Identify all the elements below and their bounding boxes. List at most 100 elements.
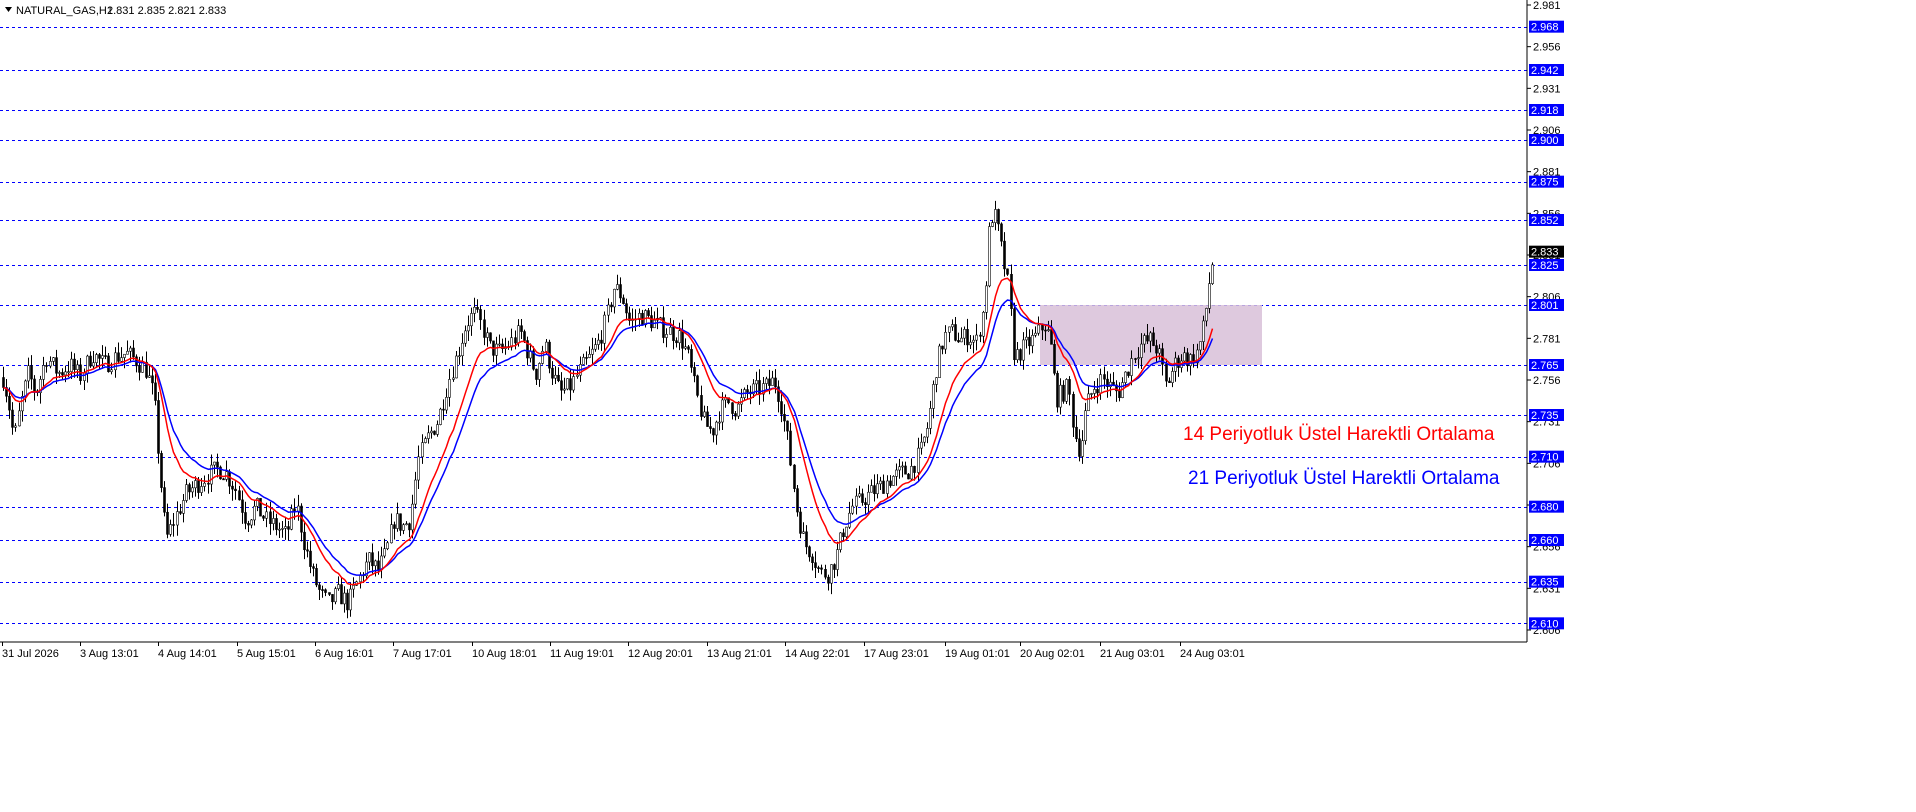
candle-body-262 [814, 562, 817, 568]
candle-body-18 [58, 372, 61, 374]
candle-body-152 [473, 306, 476, 314]
candle-body-60 [188, 484, 191, 493]
candle-body-37 [117, 352, 120, 362]
candle-body-17 [55, 357, 58, 374]
candle-body-126 [393, 524, 396, 529]
candle-body-373 [1158, 348, 1161, 354]
candle-body-355 [1103, 374, 1106, 380]
candle-body-141 [439, 408, 442, 425]
candle-body-74 [231, 485, 234, 490]
candle-body-101 [315, 568, 318, 586]
candle-body-24 [76, 364, 79, 370]
price-tick-label-9: 2.756 [1533, 375, 1561, 387]
candle-body-347 [1078, 438, 1081, 457]
candle-body-119 [371, 552, 374, 567]
candle-body-92 [287, 526, 290, 530]
level-label-2: 2.918 [1531, 105, 1559, 117]
candle-body-80 [250, 519, 253, 526]
candle-body-287 [892, 476, 895, 486]
candle-body-350 [1087, 393, 1090, 412]
candle-body-324 [1006, 268, 1009, 275]
candle-body-112 [349, 588, 352, 611]
candle-body-194 [603, 314, 606, 344]
candle-body-273 [848, 512, 851, 528]
candle-body-65 [203, 482, 206, 487]
candle-body-367 [1140, 343, 1143, 358]
price-tick-label-2: 2.931 [1533, 83, 1561, 95]
candle-body-196 [610, 304, 613, 308]
candle-body-63 [197, 480, 200, 493]
candle-body-201 [625, 303, 628, 314]
candle-body-225 [700, 395, 703, 417]
candle-body-246 [765, 378, 768, 384]
candle-body-317 [985, 285, 988, 313]
candle-body-172 [535, 368, 538, 380]
candle-body-271 [842, 532, 845, 538]
candle-body-181 [563, 388, 566, 391]
candle-body-30 [95, 354, 98, 363]
candle-body-15 [49, 361, 52, 367]
candle-body-256 [796, 488, 799, 513]
candle-body-59 [185, 484, 188, 501]
candle-body-354 [1099, 374, 1102, 394]
candle-body-47 [148, 375, 151, 378]
candle-body-322 [1000, 223, 1003, 242]
candle-body-21 [67, 371, 70, 373]
candle-body-307 [954, 324, 957, 341]
candle-body-155 [483, 319, 486, 338]
candle-body-56 [176, 511, 179, 526]
candle-body-38 [120, 357, 123, 362]
candle-body-140 [436, 424, 439, 435]
candle-body-4 [14, 425, 17, 428]
candle-body-221 [687, 346, 690, 350]
last-price-marker: 2.833 [1529, 245, 1564, 259]
candle-body-10 [33, 378, 36, 392]
time-axis: 31 Jul 2026 3 Aug 13:01 4 Aug 14:01 5 Aug 1… [2, 642, 1245, 660]
candle-body-99 [309, 550, 312, 567]
candle-body-282 [876, 483, 879, 495]
candle-body-315 [979, 334, 982, 337]
chart-header: NATURAL_GAS,H1 2.831 2.835 2.821 2.833 [5, 5, 226, 17]
candle-body-228 [709, 426, 712, 429]
candle-body-139 [433, 430, 436, 435]
candle-body-100 [312, 566, 315, 569]
level-label-7: 2.801 [1531, 300, 1559, 312]
candle-body-294 [913, 465, 916, 473]
candle-body-175 [545, 341, 548, 352]
candle-body-123 [383, 548, 386, 557]
candle-body-261 [811, 556, 814, 563]
candle-body-103 [321, 589, 324, 591]
ema21-annotation: 21 Periyotluk Üstel Harektli Ortalama [1188, 468, 1500, 489]
candle-body-156 [486, 332, 489, 338]
candle-body-283 [879, 480, 882, 485]
candle-body-6 [21, 396, 24, 412]
candle-body-16 [52, 357, 55, 362]
time-tick-label-12: 19 Aug 01:01 [945, 648, 1010, 660]
candle-body-177 [551, 367, 554, 379]
candle-body-303 [941, 345, 944, 350]
candle-body-232 [721, 399, 724, 423]
symbol-label: NATURAL_GAS,H1 [16, 5, 113, 17]
candle-body-9 [30, 365, 33, 380]
candle-body-266 [827, 576, 830, 584]
candle-body-150 [467, 325, 470, 332]
candle-body-300 [932, 384, 935, 409]
candle-body-274 [851, 505, 854, 514]
candle-body-301 [935, 377, 938, 385]
candle-body-157 [489, 332, 492, 342]
candle-body-299 [929, 408, 932, 429]
candle-body-188 [585, 357, 588, 359]
level-label-12: 2.660 [1531, 535, 1559, 547]
candle-body-259 [805, 531, 808, 548]
candle-body-77 [241, 499, 244, 513]
candle-body-248 [771, 377, 774, 386]
horizontal-levels [0, 27, 1527, 624]
dropdown-triangle-icon[interactable] [5, 7, 12, 12]
candle-body-220 [684, 346, 687, 349]
candle-body-111 [346, 592, 349, 611]
candle-body-362 [1124, 371, 1127, 383]
price-tick-label-8: 2.781 [1533, 333, 1561, 345]
candle-body-222 [690, 349, 693, 368]
candle-body-372 [1155, 345, 1158, 354]
candle-body-20 [64, 371, 67, 376]
